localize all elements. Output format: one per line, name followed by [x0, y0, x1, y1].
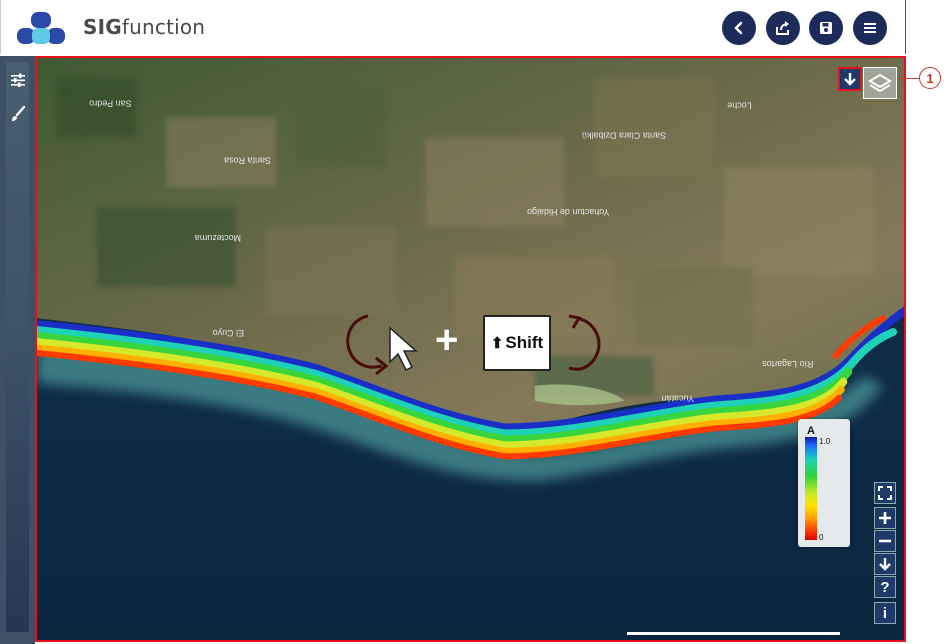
download-button[interactable]	[838, 67, 862, 91]
callout-number: 1	[919, 67, 941, 89]
arrow-down-icon	[844, 73, 856, 86]
download-tool-button[interactable]	[874, 553, 896, 575]
shift-key: ⬆ Shift	[483, 315, 551, 371]
back-button[interactable]	[722, 11, 756, 45]
minus-icon	[879, 539, 891, 543]
rotate-arrow-icon	[346, 314, 418, 376]
legend-color-ramp	[805, 437, 817, 540]
map-label: San Pedro	[89, 99, 131, 109]
app-title: SIGfunction	[83, 15, 206, 39]
map-label: Río Lagartos	[762, 359, 814, 369]
hamburger-menu-icon	[864, 23, 876, 33]
sigfunction-logo	[17, 12, 65, 44]
map-label: Loche	[727, 101, 751, 111]
share-button[interactable]	[766, 11, 800, 45]
sliders-icon[interactable]	[8, 70, 28, 90]
map-label: Santa Rosa	[224, 155, 271, 165]
help-button[interactable]: ?	[874, 576, 896, 598]
floppy-disk-icon	[820, 22, 832, 34]
legend-title: A	[807, 425, 815, 437]
layers-icon	[868, 73, 892, 93]
plus-icon	[879, 512, 891, 524]
zoom-in-button[interactable]	[874, 507, 896, 529]
color-legend: A 1.0 0	[798, 419, 850, 547]
legend-max-label: 1.0	[819, 437, 831, 446]
map-label: Santa Clara Dzibalkú	[582, 130, 666, 140]
scale-bar	[627, 632, 840, 635]
map-label: Moctezuma	[195, 233, 241, 243]
layers-button[interactable]	[863, 67, 897, 99]
info-button[interactable]: i	[874, 602, 896, 624]
plus-sign: +	[435, 318, 459, 362]
map-label: El Cuyo	[213, 328, 244, 338]
chevron-left-icon	[734, 21, 743, 35]
share-icon	[776, 21, 789, 35]
legend-min-label: 0	[819, 533, 824, 542]
rotate-arrow-icon	[568, 314, 601, 371]
map-label: Yohactun de Hidalgo	[527, 207, 609, 217]
rotate-map-hint: + ⬆ Shift	[340, 310, 615, 380]
menu-button[interactable]	[853, 11, 887, 45]
map-label: Yucatán	[662, 394, 694, 404]
app-header: SIGfunction	[0, 0, 906, 54]
callout-line	[897, 78, 919, 79]
left-panel-strip	[0, 56, 35, 644]
fullscreen-button[interactable]	[874, 482, 896, 504]
zoom-out-button[interactable]	[874, 530, 896, 552]
brush-icon[interactable]	[8, 104, 28, 124]
arrow-down-icon	[879, 558, 891, 571]
fullscreen-icon	[878, 486, 892, 500]
save-button[interactable]	[809, 11, 843, 45]
